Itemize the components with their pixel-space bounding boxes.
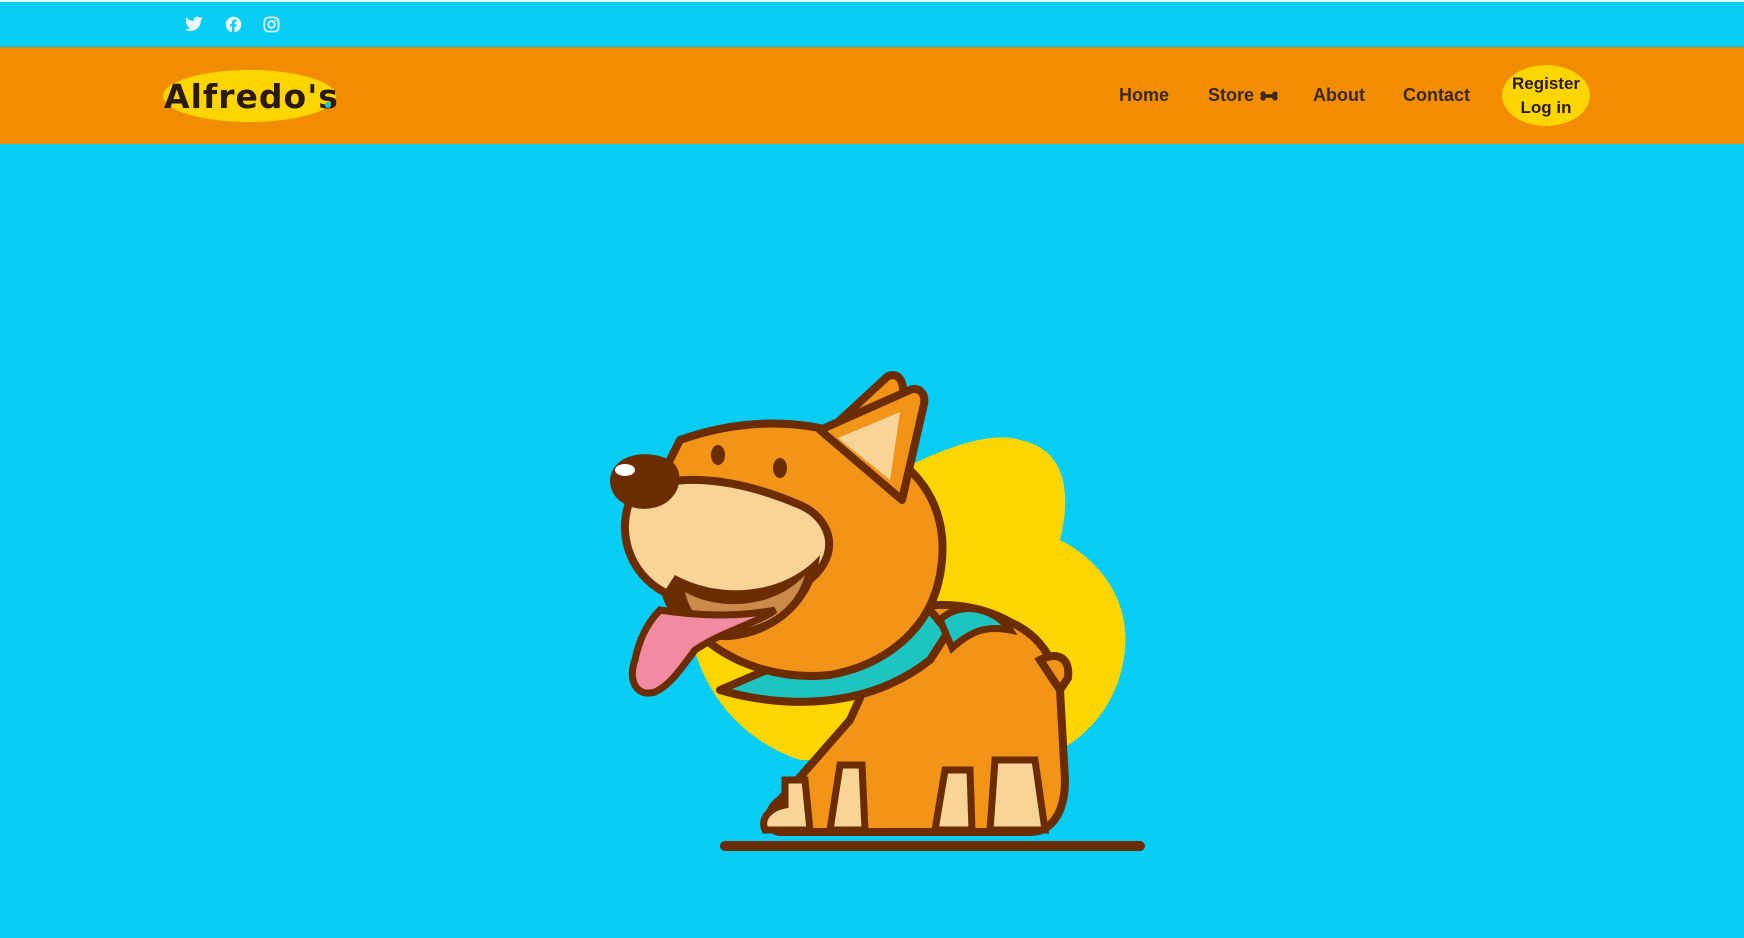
login-link[interactable]: Log in <box>1521 96 1572 120</box>
back-leg <box>930 766 976 834</box>
rear-leg <box>986 756 1050 834</box>
twitter-icon[interactable] <box>183 13 205 35</box>
brand-logo[interactable]: Alfredo's <box>163 70 339 122</box>
nav-home[interactable]: Home <box>1119 85 1169 106</box>
instagram-icon[interactable] <box>260 13 282 35</box>
nav-about[interactable]: About <box>1313 85 1365 106</box>
register-link[interactable]: Register <box>1512 72 1580 96</box>
brand-name: Alfredo's <box>164 76 339 116</box>
corgi-illustration <box>600 360 1180 880</box>
eye-right <box>773 458 787 478</box>
bone-icon <box>1260 85 1278 106</box>
ground <box>720 841 1145 851</box>
nose-shine <box>615 464 635 476</box>
social-bar <box>0 2 1744 47</box>
nav-store[interactable]: Store <box>1208 85 1278 106</box>
eye-left <box>711 445 725 465</box>
nav-contact[interactable]: Contact <box>1403 85 1470 106</box>
brand-dot <box>325 102 331 108</box>
navbar: Alfredo's Home Store About Contact Regis… <box>0 47 1744 144</box>
auth-pill: Register Log in <box>1502 65 1590 126</box>
nav-store-label: Store <box>1208 85 1255 105</box>
facebook-icon[interactable] <box>222 13 244 35</box>
mid-leg <box>825 761 869 834</box>
page: Alfredo's Home Store About Contact Regis… <box>0 0 1744 938</box>
